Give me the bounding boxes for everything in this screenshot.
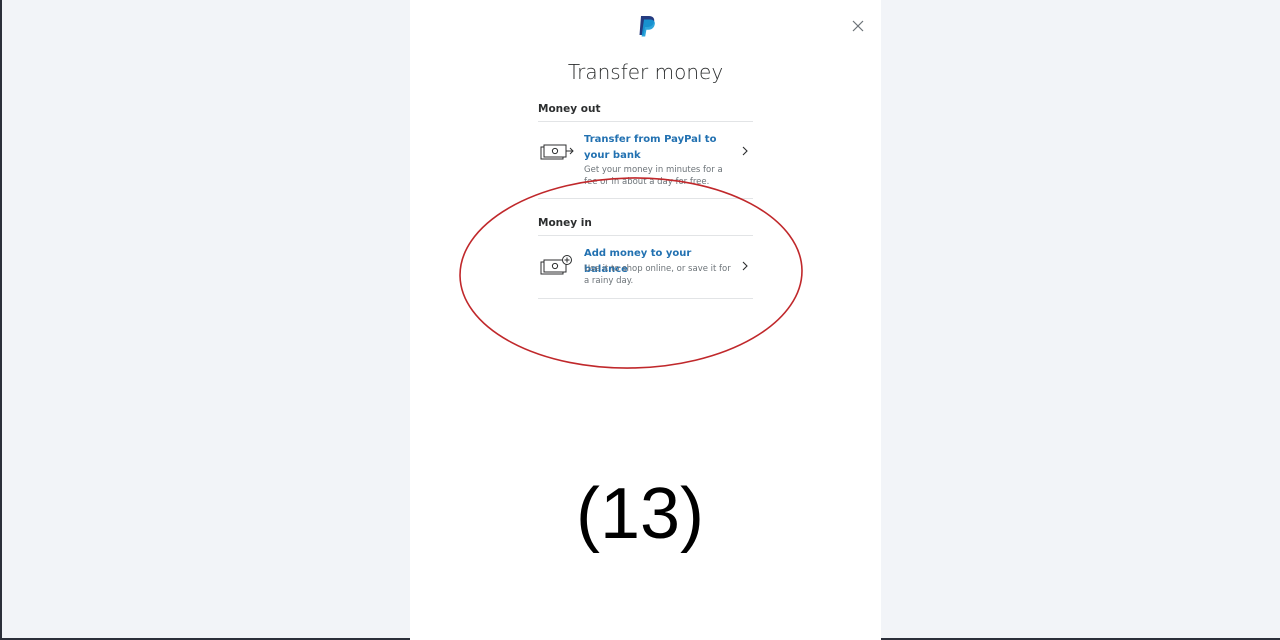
money-in-label: Money in xyxy=(538,217,592,229)
transfer-to-bank-title[interactable]: Transfer from PayPal to your bank xyxy=(584,132,734,164)
add-money-option[interactable]: Add money to your balance Use it to shop… xyxy=(538,245,753,295)
page-title: Transfer money xyxy=(567,60,724,84)
money-out-label: Money out xyxy=(538,103,601,115)
bank-transfer-icon xyxy=(540,144,574,160)
transfer-to-bank-option[interactable]: Transfer from PayPal to your bank Get yo… xyxy=(538,130,753,192)
chevron-right-icon xyxy=(742,261,748,271)
divider xyxy=(538,298,753,299)
divider xyxy=(538,121,753,122)
divider xyxy=(538,198,753,199)
add-money-description: Use it to shop online, or save it for a … xyxy=(584,264,731,286)
chevron-right-icon xyxy=(742,146,748,156)
divider xyxy=(538,235,753,236)
annotation-step-number: (13) xyxy=(575,474,705,554)
add-money-icon xyxy=(540,255,572,275)
close-icon[interactable] xyxy=(847,15,869,37)
paypal-logo-icon xyxy=(639,16,655,37)
transfer-to-bank-description: Get your money in minutes for a fee or i… xyxy=(584,165,723,187)
